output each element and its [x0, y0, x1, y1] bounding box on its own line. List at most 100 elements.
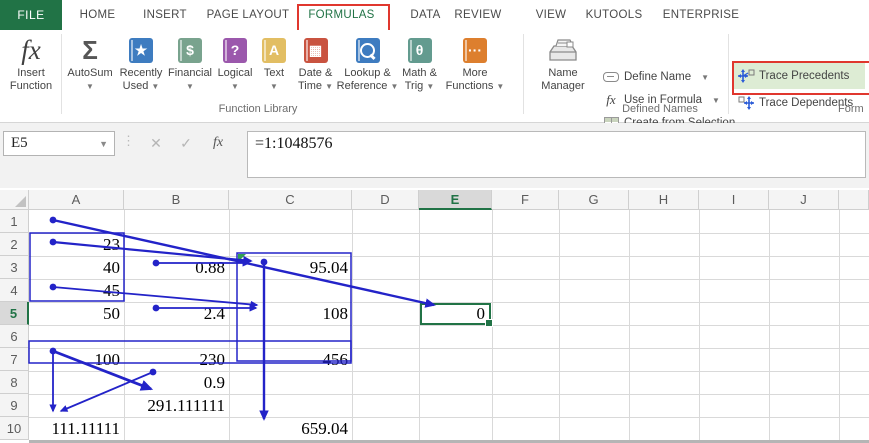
- trace-dependents-button[interactable]: Trace Dependents: [737, 92, 853, 114]
- logical-button[interactable]: ?Logical▼: [214, 33, 256, 93]
- book-question-icon: ?: [223, 33, 247, 67]
- row-header-9[interactable]: 9: [0, 394, 29, 417]
- gridline: [839, 210, 840, 443]
- fill-handle[interactable]: [485, 319, 493, 327]
- trace-precedents-button[interactable]: Trace Precedents: [737, 65, 849, 87]
- name-manager-button[interactable]: Name Manager: [528, 33, 598, 92]
- column-header-E[interactable]: E: [419, 190, 492, 210]
- tab-data[interactable]: DATA: [398, 0, 453, 30]
- cell-B8[interactable]: 0.9: [124, 371, 229, 394]
- cell-B9[interactable]: 291.111111: [124, 394, 229, 417]
- gridline: [29, 325, 869, 326]
- date-time-label: Date &Time ▼: [298, 67, 333, 93]
- tab-review[interactable]: REVIEW: [450, 0, 506, 30]
- recently-used-button[interactable]: ★RecentlyUsed ▼: [116, 33, 166, 93]
- book-a-icon: A: [262, 33, 286, 67]
- name-manager-icon: [546, 33, 580, 67]
- tab-page-layout[interactable]: PAGE LAYOUT: [204, 0, 292, 30]
- name-box-value: E5: [11, 135, 28, 152]
- cell-A5[interactable]: 50: [29, 302, 124, 325]
- gridline: [352, 210, 353, 443]
- formula-bar: E5 ▼ ⋮ ✕ ✓ fx =1:1048576: [0, 123, 869, 188]
- lookup-reference-button[interactable]: Lookup &Reference ▼: [339, 33, 396, 93]
- excel-window: { "tab_bar": { "file": "FILE", "tabs": […: [0, 0, 869, 443]
- tab-file[interactable]: FILE: [0, 0, 62, 30]
- cancel-button[interactable]: ✕: [143, 132, 169, 154]
- autosum-button[interactable]: ΣAutoSum▼: [64, 33, 116, 93]
- text-button[interactable]: AText▼: [256, 33, 292, 93]
- column-header-F[interactable]: F: [492, 190, 559, 210]
- row-header-1[interactable]: 1: [0, 210, 29, 233]
- tab-formulas[interactable]: FORMULAS: [297, 0, 386, 30]
- column-header-partial[interactable]: [839, 190, 869, 210]
- cell-A10[interactable]: 111.11111: [29, 417, 124, 440]
- cell-C3[interactable]: 95.04: [229, 256, 352, 279]
- book-coins-icon: $: [178, 33, 202, 67]
- define-name-label: Define Name: [624, 71, 691, 83]
- row-header-7[interactable]: 7: [0, 348, 29, 371]
- column-header-B[interactable]: B: [124, 190, 229, 210]
- column-header-A[interactable]: A: [29, 190, 124, 210]
- formula-input[interactable]: =1:1048576: [247, 131, 866, 178]
- tab-insert[interactable]: INSERT: [136, 0, 194, 30]
- tab-kutools[interactable]: KUTOOLS: [582, 0, 646, 30]
- math-trig-button[interactable]: θMath &Trig ▼: [396, 33, 443, 93]
- name-box-dropdown-icon[interactable]: ▼: [99, 139, 108, 149]
- sigma-icon: Σ: [82, 33, 98, 67]
- row-header-8[interactable]: 8: [0, 371, 29, 394]
- define-name-button[interactable]: Define Name▼: [602, 66, 709, 88]
- spreadsheet-grid: ABCDEFGHIJ1234567891023404550100111.1111…: [0, 188, 869, 443]
- error-indicator-triangle: [238, 254, 246, 262]
- book-theta-icon: θ: [408, 33, 432, 67]
- text-label: Text▼: [264, 67, 284, 93]
- cell-C5[interactable]: 108: [229, 302, 352, 325]
- column-header-D[interactable]: D: [352, 190, 419, 210]
- column-header-G[interactable]: G: [559, 190, 629, 210]
- cell-A7[interactable]: 100: [29, 348, 124, 371]
- date-time-button[interactable]: ▦Date &Time ▼: [292, 33, 339, 93]
- column-header-H[interactable]: H: [629, 190, 699, 210]
- cell-B7[interactable]: 230: [124, 348, 229, 371]
- financial-button[interactable]: $Financial▼: [166, 33, 214, 93]
- cell-A3[interactable]: 40: [29, 256, 124, 279]
- row-header-4[interactable]: 4: [0, 279, 29, 302]
- cell-B5[interactable]: 2.4: [124, 302, 229, 325]
- row-header-3[interactable]: 3: [0, 256, 29, 279]
- gridline: [29, 279, 869, 280]
- logical-label: Logical▼: [218, 67, 253, 93]
- row-header-6[interactable]: 6: [0, 325, 29, 348]
- fx-icon: fx: [21, 33, 41, 67]
- selected-cell-box[interactable]: 0: [420, 303, 491, 325]
- group-separator: [61, 34, 62, 114]
- insert-function-fx-button[interactable]: fx: [205, 132, 231, 154]
- name-box[interactable]: E5 ▼: [3, 131, 115, 156]
- tab-view[interactable]: VIEW: [526, 0, 576, 30]
- column-header-I[interactable]: I: [699, 190, 769, 210]
- more-functions-button[interactable]: ···MoreFunctions ▼: [443, 33, 507, 93]
- column-header-J[interactable]: J: [769, 190, 839, 210]
- group-label-defined-names: Defined Names: [560, 103, 760, 115]
- recently-used-label: RecentlyUsed ▼: [120, 67, 163, 93]
- enter-button[interactable]: ✓: [173, 132, 199, 154]
- group-separator: [728, 34, 729, 114]
- trace-dependents-icon: [737, 96, 755, 110]
- gridline: [699, 210, 700, 443]
- row-header-10[interactable]: 10: [0, 417, 29, 440]
- row-header-2[interactable]: 2: [0, 233, 29, 256]
- tab-home[interactable]: HOME: [70, 0, 125, 30]
- cell-C10[interactable]: 659.04: [229, 417, 352, 440]
- insert-function-button[interactable]: fxInsertFunction: [2, 33, 60, 92]
- row-header-5[interactable]: 5: [0, 302, 29, 325]
- tab-enterprise[interactable]: ENTERPRISE: [658, 0, 744, 30]
- cell-A2[interactable]: 23: [29, 233, 124, 256]
- cell-B3[interactable]: 0.88: [124, 256, 229, 279]
- lookup-reference-label: Lookup &Reference ▼: [337, 67, 399, 93]
- gridline: [559, 210, 560, 443]
- cell-A4[interactable]: 45: [29, 279, 124, 302]
- column-header-C[interactable]: C: [229, 190, 352, 210]
- cell-C7[interactable]: 456: [229, 348, 352, 371]
- autosum-label: AutoSum▼: [67, 67, 112, 93]
- formula-bar-separator: ⋮: [122, 133, 135, 149]
- gridline: [229, 210, 230, 443]
- select-all-corner[interactable]: [0, 190, 29, 210]
